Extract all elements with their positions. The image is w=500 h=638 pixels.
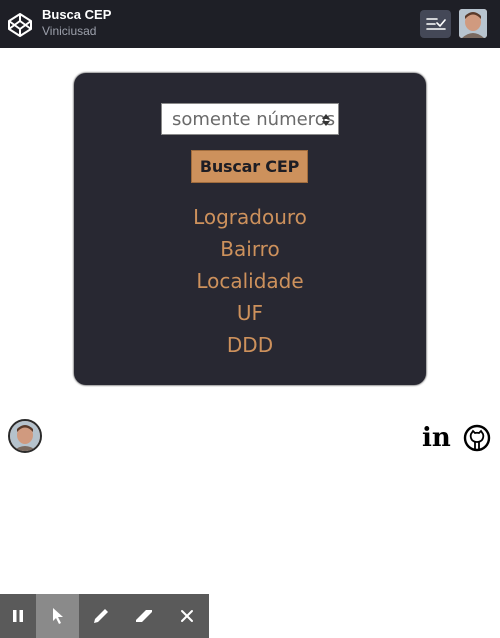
pen-author[interactable]: Viniciusad	[42, 24, 96, 38]
number-spinner[interactable]	[321, 112, 331, 128]
result-bairro: Bairro	[220, 237, 280, 261]
cursor-button[interactable]	[36, 594, 79, 638]
user-avatar[interactable]	[459, 9, 487, 38]
result-logradouro: Logradouro	[193, 205, 307, 229]
result-ddd: DDD	[226, 333, 274, 357]
linkedin-icon[interactable]: in	[422, 424, 451, 452]
profile-avatar[interactable]	[8, 419, 42, 453]
cursor-icon	[52, 608, 63, 624]
close-button[interactable]	[165, 594, 208, 638]
result-localidade: Localidade	[196, 269, 304, 293]
drawing-toolbar	[0, 594, 209, 638]
change-view-icon	[425, 18, 446, 30]
top-bar: Busca CEP Viniciusad	[0, 0, 500, 48]
search-cep-button[interactable]: Buscar CEP	[191, 150, 308, 183]
cep-placeholder: somente números	[172, 108, 336, 130]
pen-title[interactable]: Busca CEP	[42, 7, 111, 23]
github-icon[interactable]	[462, 424, 492, 452]
eraser-button[interactable]	[122, 594, 165, 638]
pen-button[interactable]	[79, 594, 122, 638]
pause-icon	[13, 610, 23, 622]
spinner-up-icon[interactable]	[322, 114, 330, 119]
close-icon	[180, 610, 193, 622]
eraser-icon	[135, 610, 152, 622]
result-uf: UF	[236, 301, 264, 325]
pen-icon	[93, 609, 108, 623]
pause-button[interactable]	[0, 594, 36, 638]
codepen-icon[interactable]	[6, 11, 34, 39]
cep-input[interactable]: somente números	[161, 103, 339, 135]
spinner-down-icon[interactable]	[322, 121, 330, 126]
change-view-button[interactable]	[420, 10, 451, 38]
